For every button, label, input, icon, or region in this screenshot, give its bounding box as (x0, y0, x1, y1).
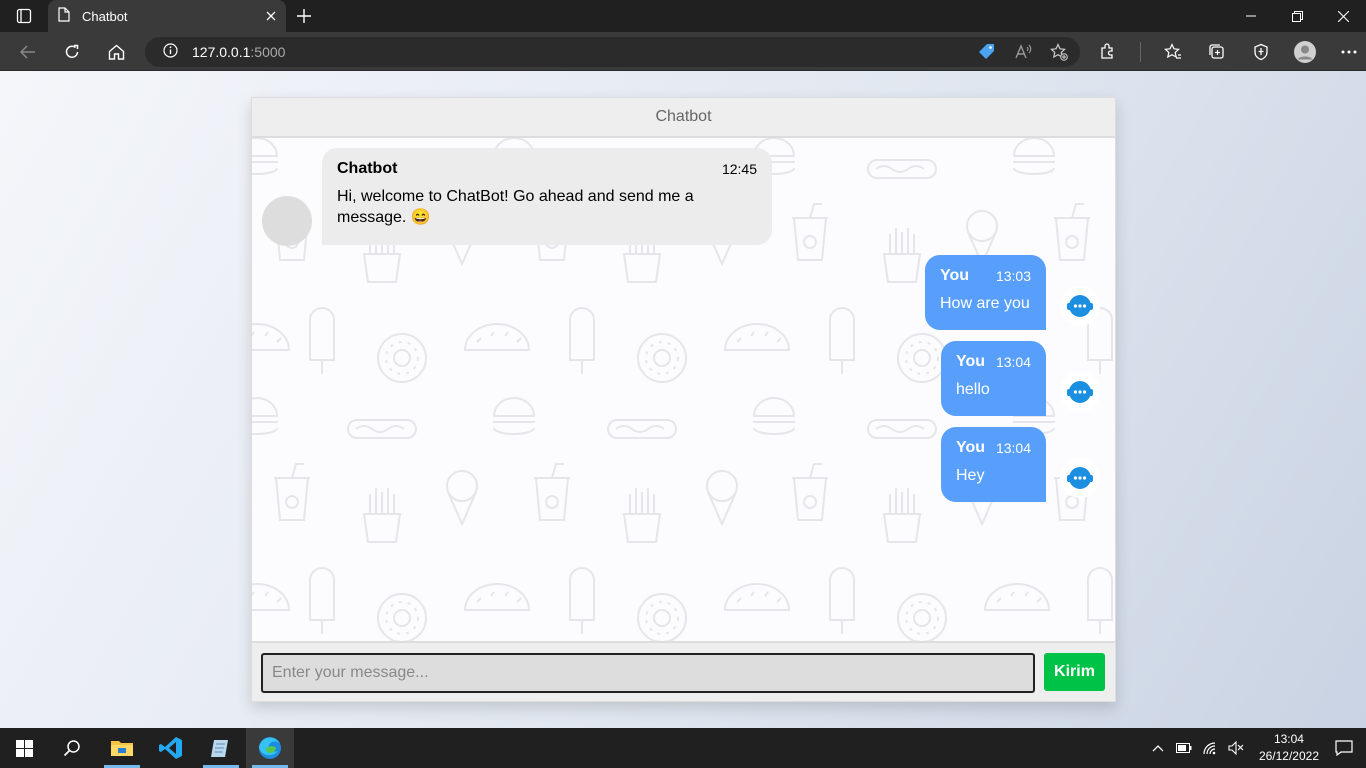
message-text: hello (956, 381, 990, 398)
read-aloud-icon[interactable] (1014, 43, 1032, 64)
url-host: 127.0.0.1 (192, 44, 251, 60)
coupon-tag-icon[interactable] (978, 43, 996, 64)
close-tab-icon[interactable] (266, 9, 276, 24)
back-icon[interactable] (14, 38, 42, 66)
favorites-icon[interactable] (1159, 38, 1187, 66)
toolbar-separator (1140, 42, 1141, 62)
message-time: 12:45 (721, 161, 757, 177)
notifications-icon[interactable] (1332, 740, 1356, 756)
tab-title: Chatbot (82, 8, 128, 24)
user-message-bubble: You 13:04 Hey (941, 427, 1046, 502)
url-port: :5000 (250, 44, 286, 60)
message-time: 13:03 (995, 268, 1031, 284)
refresh-icon[interactable] (58, 38, 86, 66)
send-button[interactable]: Kirim (1044, 653, 1105, 691)
url-actions (978, 43, 1068, 64)
message-sender-name: You (956, 353, 986, 370)
user-message-bubble: You 13:04 hello (941, 341, 1046, 416)
chatbot-icon (1060, 458, 1100, 498)
user-message-bubble: You 13:03 How are you (925, 255, 1046, 330)
restore-icon[interactable] (1274, 0, 1320, 32)
vscode-icon[interactable] (147, 728, 195, 768)
profile-avatar-icon[interactable] (1291, 38, 1319, 66)
page-viewport: Chatbot Chatbot 12:45 Hi, welcome to Cha… (0, 71, 1366, 728)
browser-toolbar: 127.0.0.1:5000 (0, 32, 1366, 71)
message-sender-name: Chatbot (337, 160, 398, 177)
notepad-icon[interactable] (197, 728, 245, 768)
chat-input-area: Kirim (252, 641, 1115, 701)
chevron-up-icon[interactable] (1146, 744, 1170, 752)
chat-messages[interactable]: Chatbot 12:45 Hi, welcome to ChatBot! Go… (252, 138, 1115, 642)
close-window-icon[interactable] (1320, 0, 1366, 32)
extensions-icon[interactable] (1094, 38, 1122, 66)
edge-browser-icon[interactable] (246, 728, 294, 768)
window-controls (1228, 0, 1366, 32)
new-tab-icon[interactable] (292, 4, 316, 28)
favorite-add-icon[interactable] (1050, 43, 1068, 64)
system-tray: 13:04 26/12/2022 (1145, 728, 1366, 768)
message-text: Hi, welcome to ChatBot! Go ahead and sen… (337, 188, 694, 226)
minimize-icon[interactable] (1228, 0, 1274, 32)
tab-actions-icon[interactable] (8, 5, 40, 27)
file-explorer-icon[interactable] (98, 728, 146, 768)
browser-tabbar: Chatbot (0, 0, 1366, 32)
message-text: How are you (940, 295, 1030, 312)
windows-taskbar: 13:04 26/12/2022 (0, 728, 1366, 768)
document-icon (58, 7, 70, 25)
info-icon[interactable] (163, 43, 178, 61)
clock-time: 13:04 (1273, 732, 1304, 746)
message-sender-name: You (940, 267, 970, 284)
browser-tab-active[interactable]: Chatbot (48, 0, 286, 32)
clock-date: 26/12/2022 (1258, 749, 1319, 763)
chatbot-icon (1060, 372, 1100, 412)
message-sender-name: You (956, 439, 986, 456)
address-bar[interactable]: 127.0.0.1:5000 (145, 37, 1080, 67)
collections-icon[interactable] (1203, 38, 1231, 66)
chatbot-icon (1060, 286, 1100, 326)
bot-avatar (262, 196, 312, 246)
network-icon[interactable] (1198, 741, 1222, 755)
message-input[interactable] (261, 653, 1035, 693)
windows-start-icon[interactable] (0, 728, 48, 768)
more-options-icon[interactable] (1335, 38, 1363, 66)
taskbar-clock[interactable]: 13:04 26/12/2022 (1259, 731, 1319, 765)
chat-header: Chatbot (252, 98, 1115, 138)
message-time: 13:04 (995, 354, 1031, 370)
home-icon[interactable] (102, 38, 130, 66)
browser-essentials-icon[interactable] (1247, 38, 1275, 66)
battery-icon[interactable] (1172, 743, 1196, 753)
chat-window: Chatbot Chatbot 12:45 Hi, welcome to Cha… (251, 97, 1116, 702)
search-icon[interactable] (48, 728, 96, 768)
bot-message-bubble: Chatbot 12:45 Hi, welcome to ChatBot! Go… (322, 148, 772, 245)
browser-actions (1094, 38, 1363, 66)
message-text: Hey (956, 467, 985, 484)
volume-muted-icon[interactable] (1224, 741, 1248, 755)
message-time: 13:04 (995, 440, 1031, 456)
